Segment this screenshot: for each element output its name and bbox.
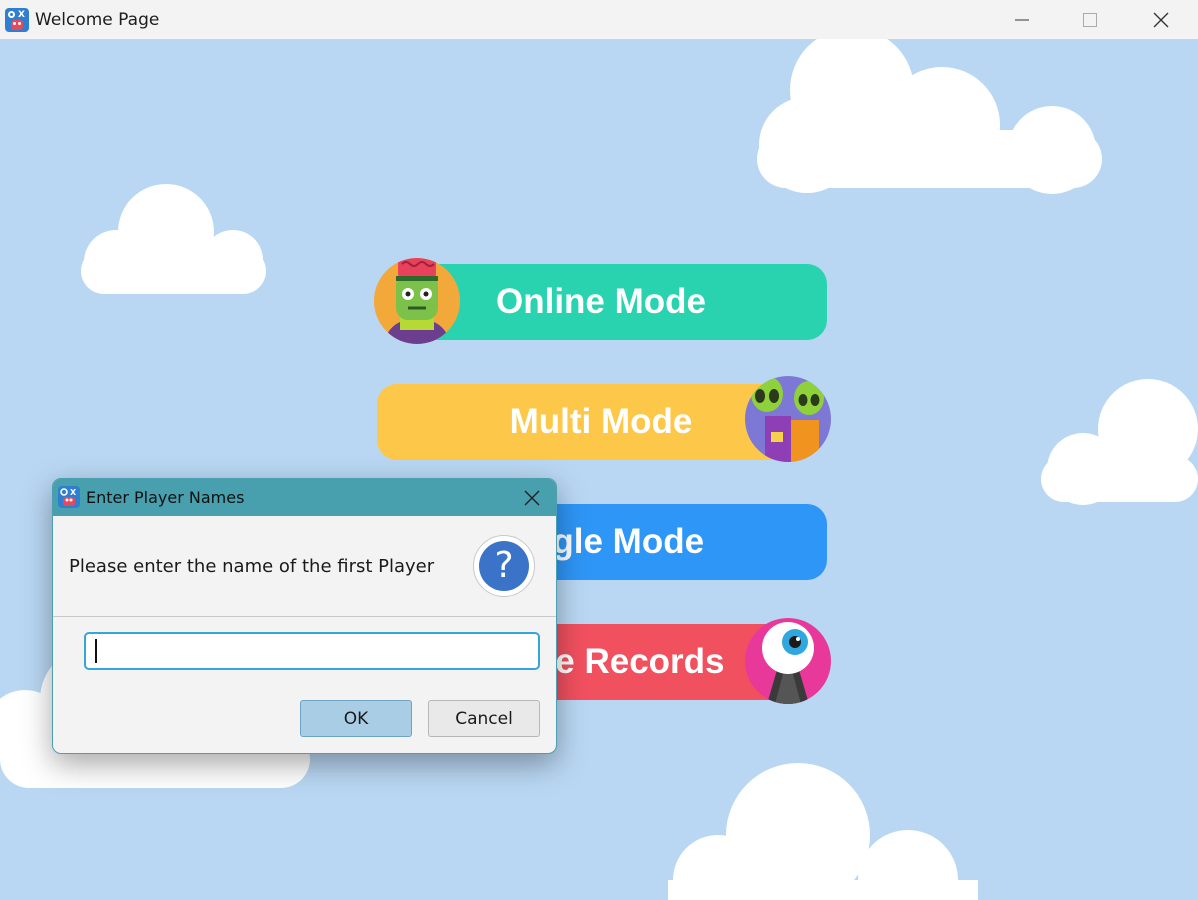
zombie-avatar-icon — [374, 258, 460, 344]
online-mode-label: Online Mode — [496, 282, 706, 321]
window-title: Welcome Page — [35, 10, 160, 30]
dialog-message: Please enter the name of the first Playe… — [69, 556, 435, 577]
eye-creature-avatar-icon — [745, 618, 831, 704]
cancel-button[interactable]: Cancel — [428, 700, 540, 737]
multi-mode-label: Multi Mode — [509, 402, 693, 441]
dialog-close-icon[interactable] — [508, 479, 556, 516]
aliens-avatar-icon — [745, 376, 831, 462]
dialog-title: Enter Player Names — [86, 488, 245, 507]
dialog-divider — [53, 616, 556, 617]
cloud-right — [1041, 379, 1198, 505]
cloud-bottom-center — [668, 763, 978, 900]
player-name-input[interactable] — [84, 632, 540, 670]
question-icon: ? — [473, 535, 535, 597]
close-icon[interactable] — [1138, 0, 1184, 39]
cloud-top-right — [757, 30, 1102, 194]
svg-text:X: X — [70, 488, 77, 497]
ok-button[interactable]: OK — [300, 700, 412, 737]
title-bar: X Welcome Page — [0, 0, 1198, 39]
app-logo-icon: X — [5, 8, 29, 32]
text-caret — [95, 639, 97, 663]
multi-mode-button[interactable]: Multi Mode — [377, 384, 789, 460]
maximize-icon[interactable] — [1067, 0, 1113, 39]
enter-player-names-dialog: X Enter Player Names Please enter the na… — [52, 478, 557, 754]
app-logo-icon: X — [58, 486, 80, 508]
cloud-left — [81, 184, 266, 294]
online-mode-button[interactable]: Online Mode — [415, 264, 827, 340]
minimize-icon[interactable] — [999, 0, 1045, 39]
welcome-window: Online Mode Multi Mode Single Mode Game … — [0, 0, 1198, 900]
dialog-title-bar: X Enter Player Names — [53, 479, 556, 516]
